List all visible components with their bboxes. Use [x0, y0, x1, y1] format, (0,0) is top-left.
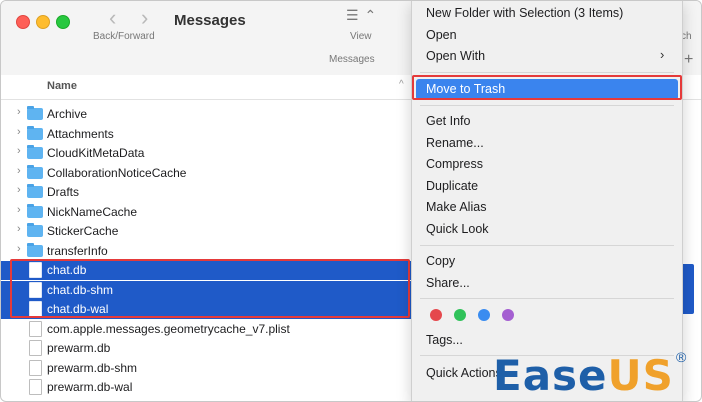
tag-green-icon[interactable] [454, 309, 466, 321]
folder-icon [27, 242, 43, 257]
row-label: com.apple.messages.geometrycache_v7.plis… [47, 321, 290, 336]
file-row[interactable]: prewarm.db-wal [1, 378, 411, 397]
view-options-icon[interactable]: ☰ ⌃ [346, 7, 377, 24]
disclosure-chevron-icon[interactable]: › [17, 106, 21, 118]
file-row[interactable]: prewarm.db-shm [1, 359, 411, 378]
folder-row[interactable]: › transferInfo [1, 242, 411, 261]
row-label: prewarm.db-wal [47, 380, 133, 394]
back-forward-label: Back/Forward [93, 31, 155, 42]
menu-item-new-folder-with-selection[interactable]: New Folder with Selection (3 Items) [426, 6, 623, 20]
forward-arrow-icon[interactable]: › [141, 5, 148, 31]
row-label: CollaborationNoticeCache [47, 165, 187, 180]
menu-item-compress[interactable]: Compress [426, 157, 483, 171]
menu-item-duplicate[interactable]: Duplicate [426, 179, 478, 193]
path-label: Messages [329, 54, 375, 65]
disclosure-chevron-icon[interactable]: › [17, 204, 21, 216]
menu-item-tags[interactable]: Tags... [426, 333, 463, 347]
move-to-trash-annotation [412, 75, 682, 100]
folder-icon [27, 106, 43, 120]
menu-separator [420, 105, 674, 106]
name-column-header[interactable]: Name [47, 80, 77, 92]
add-tab-button[interactable]: + [684, 51, 693, 69]
folder-row[interactable]: › CloudKitMetaData [1, 144, 411, 163]
document-icon [29, 340, 42, 356]
row-label: prewarm.db [47, 341, 111, 355]
disclosure-chevron-icon[interactable]: › [17, 145, 21, 157]
document-icon [29, 359, 42, 376]
sort-indicator-icon: ^ [399, 79, 404, 90]
disclosure-chevron-icon[interactable]: › [17, 165, 21, 177]
folder-icon [27, 184, 43, 198]
view-label: View [350, 31, 372, 42]
finder-window: ‹ › Back/Forward Messages ☰ ⌃ View Messa… [0, 0, 702, 402]
menu-separator [420, 245, 674, 246]
window-title: Messages [174, 12, 246, 29]
registered-mark: ® [676, 349, 687, 365]
folder-icon [27, 145, 43, 159]
menu-item-get-info[interactable]: Get Info [426, 114, 470, 128]
menu-item-make-alias[interactable]: Make Alias [426, 200, 486, 214]
folder-icon [27, 125, 43, 140]
tag-blue-icon[interactable] [478, 309, 490, 321]
close-button[interactable] [16, 15, 30, 29]
menu-item-share[interactable]: Share... [426, 276, 470, 290]
row-label: StickerCache [47, 224, 119, 238]
document-icon [29, 379, 42, 395]
folder-row[interactable]: › Attachments [1, 125, 411, 144]
row-label: CloudKitMetaData [47, 146, 145, 160]
easeus-watermark-logo: EaseUS [493, 351, 674, 400]
folder-row[interactable]: › CollaborationNoticeCache [1, 164, 411, 183]
row-label: Attachments [47, 126, 114, 141]
row-label: NickNameCache [47, 204, 138, 219]
disclosure-chevron-icon[interactable]: › [17, 126, 21, 138]
disclosure-chevron-icon[interactable]: › [17, 184, 21, 196]
tag-red-icon[interactable] [430, 309, 442, 321]
menu-separator [420, 298, 674, 299]
file-row[interactable]: com.apple.messages.geometrycache_v7.plis… [1, 320, 411, 339]
folder-row[interactable]: › Archive [1, 105, 411, 124]
menu-item-copy[interactable]: Copy [426, 254, 455, 268]
menu-item-rename[interactable]: Rename... [426, 136, 484, 150]
folder-row[interactable]: › Drafts [1, 183, 411, 202]
folder-row[interactable]: › StickerCache [1, 222, 411, 241]
tag-purple-icon[interactable] [502, 309, 514, 321]
back-arrow-icon[interactable]: ‹ [109, 5, 116, 31]
row-label: Drafts [47, 185, 80, 199]
submenu-arrow-icon: › [660, 47, 665, 62]
minimize-button[interactable] [36, 15, 50, 29]
zoom-button[interactable] [56, 15, 70, 29]
disclosure-chevron-icon[interactable]: › [17, 223, 21, 235]
folder-row[interactable]: › NickNameCache [1, 203, 411, 222]
row-label: Archive [47, 107, 88, 121]
row-label: prewarm.db-shm [47, 360, 138, 375]
menu-item-quick-look[interactable]: Quick Look [426, 222, 489, 236]
folder-icon [27, 164, 43, 179]
menu-item-open-with[interactable]: Open With [426, 49, 485, 63]
disclosure-chevron-icon[interactable]: › [17, 243, 21, 255]
file-row[interactable]: prewarm.db [1, 339, 411, 358]
menu-separator [420, 72, 674, 73]
document-icon [29, 320, 42, 337]
selected-files-annotation [10, 259, 410, 318]
context-menu: New Folder with Selection (3 Items) Open… [411, 1, 683, 401]
menu-item-open[interactable]: Open [426, 28, 457, 42]
menu-item-quick-actions[interactable]: Quick Actions [426, 366, 502, 380]
folder-icon [27, 203, 43, 218]
folder-icon [27, 223, 43, 237]
row-label: transferInfo [47, 243, 108, 258]
